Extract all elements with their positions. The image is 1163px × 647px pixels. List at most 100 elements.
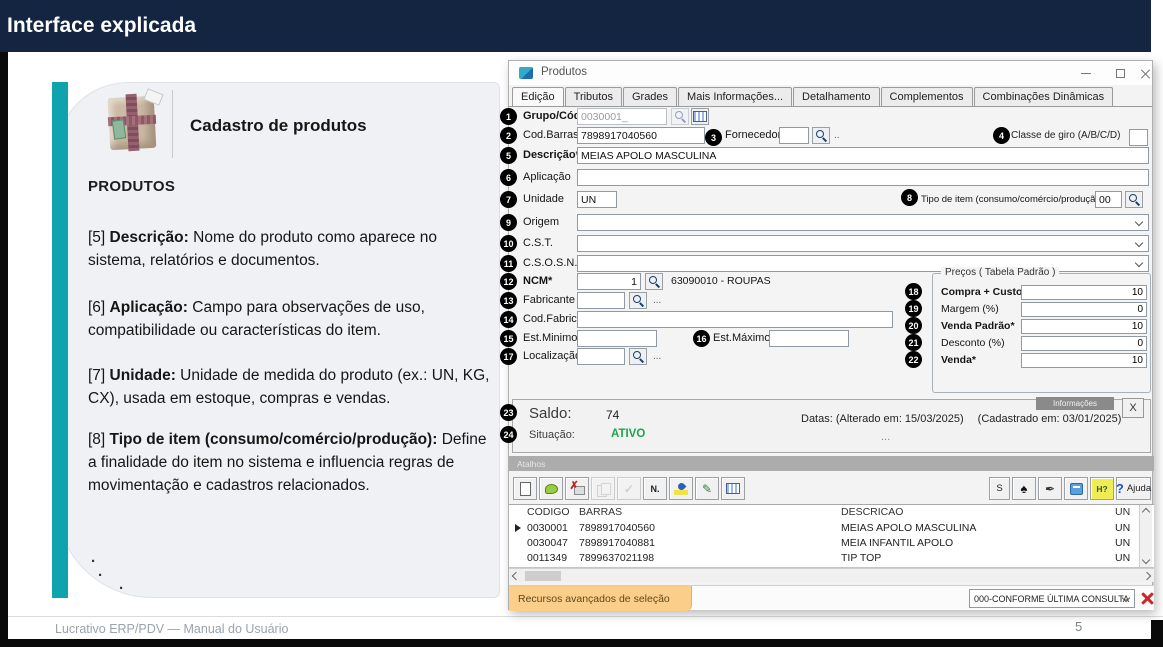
tipo-item-input[interactable] <box>1095 191 1122 208</box>
horizontal-scrollbar[interactable] <box>509 568 1154 582</box>
scroll-left-icon[interactable] <box>512 572 520 580</box>
table-row-cell[interactable]: 7898917040881 <box>579 536 655 551</box>
scrollbar-thumb[interactable] <box>525 571 561 581</box>
ink-button[interactable] <box>669 477 693 500</box>
localizacao-search-button[interactable] <box>629 348 647 365</box>
consulta-dropdown[interactable]: 000-CONFORME ÚLTIMA CONSULTA <box>969 589 1135 608</box>
phonebook-button[interactable] <box>1064 477 1088 500</box>
vertical-scrollbar[interactable] <box>1139 505 1152 567</box>
tab-complementos[interactable]: Complementos <box>881 87 973 106</box>
col-barras[interactable]: BARRAS <box>579 505 622 520</box>
est-maximo-input[interactable] <box>769 330 849 347</box>
row-selector-icon <box>515 524 521 532</box>
scroll-down-icon[interactable] <box>1142 556 1150 564</box>
help-icon <box>1116 481 1124 496</box>
csosn-select[interactable] <box>577 255 1149 272</box>
delete-record-button[interactable] <box>565 477 589 500</box>
margem-input[interactable] <box>1021 302 1147 317</box>
n-button[interactable]: N. <box>643 477 667 500</box>
est-maximo-label: Est.Máximo <box>713 330 770 347</box>
origem-select[interactable] <box>577 214 1149 231</box>
table-row-cell[interactable]: 0030047 <box>527 536 568 551</box>
fabricante-search-button[interactable] <box>629 292 647 309</box>
tab-tributos[interactable]: Tributos <box>565 87 622 106</box>
page-title: Interface explicada <box>7 14 196 38</box>
callout-14: 14 <box>500 311 517 328</box>
ncm-input[interactable] <box>577 273 641 290</box>
grupo-grid-button[interactable] <box>691 108 709 125</box>
cod-barras-input[interactable] <box>577 127 705 144</box>
ncm-search-button[interactable] <box>645 273 663 290</box>
table-row-cell[interactable]: 7898917040560 <box>579 521 655 536</box>
tipo-item-search-button[interactable] <box>1125 191 1143 208</box>
edit-pen-button[interactable] <box>695 477 719 500</box>
fornecedor-search-button[interactable] <box>812 127 830 144</box>
table-row-cell[interactable]: UN <box>1115 521 1130 536</box>
grupo-input[interactable] <box>577 108 667 125</box>
open-record-button[interactable] <box>539 477 563 500</box>
clear-filter-button[interactable] <box>1139 590 1155 606</box>
slide-corner-block <box>1151 620 1163 647</box>
unidade-input[interactable] <box>577 191 617 208</box>
grupo-search-button[interactable] <box>671 108 689 125</box>
table-row-cell[interactable]: MEIAS APOLO MASCULINA <box>841 521 976 536</box>
confirm-button[interactable] <box>617 477 641 500</box>
informacoes-button[interactable]: Informações <box>1036 397 1114 410</box>
close-button[interactable] <box>1137 61 1154 85</box>
new-record-button[interactable] <box>513 477 537 500</box>
col-codigo[interactable]: CODIGO <box>527 505 570 520</box>
scroll-right-icon[interactable] <box>1143 572 1151 580</box>
copy-record-button[interactable] <box>591 477 615 500</box>
scroll-up-icon[interactable] <box>1142 508 1150 516</box>
fornecedor-input[interactable] <box>779 127 809 144</box>
callout-5: 5 <box>500 147 517 164</box>
spade-button[interactable] <box>1012 477 1036 500</box>
decor-dot: . <box>119 576 123 593</box>
compra-custos-input[interactable] <box>1021 285 1147 300</box>
consulta-dropdown-value: 000-CONFORME ÚLTIMA CONSULTA <box>974 594 1129 604</box>
tab-mais-informacoes[interactable]: Mais Informações... <box>678 87 792 106</box>
recursos-avancados-tab[interactable]: Recursos avançados de seleção <box>509 586 692 611</box>
tab-detalhamento[interactable]: Detalhamento <box>793 87 880 106</box>
h-help-button[interactable]: H? <box>1090 477 1114 500</box>
aplicacao-input[interactable] <box>577 169 1149 186</box>
localizacao-input[interactable] <box>577 348 625 365</box>
window-title: Produtos <box>541 66 587 78</box>
window-titlebar[interactable]: Produtos <box>509 61 1152 85</box>
minimize-button[interactable] <box>1069 61 1103 85</box>
tab-edicao[interactable]: Edição <box>512 87 564 107</box>
tab-combinacoes-dinamicas[interactable]: Combinações Dinâmicas <box>974 87 1114 106</box>
descricao-input[interactable] <box>577 147 1149 164</box>
venda-input[interactable] <box>1021 353 1147 368</box>
panel-close-button[interactable]: X <box>1122 398 1144 418</box>
table-row-cell[interactable]: 0030001 <box>527 521 568 536</box>
search-icon <box>1129 194 1140 205</box>
table-row-cell[interactable]: UN <box>1115 551 1130 566</box>
col-un[interactable]: UN <box>1115 505 1130 520</box>
table-row-cell[interactable]: UN <box>1115 536 1130 551</box>
desconto-input[interactable] <box>1021 336 1147 351</box>
table-row-cell[interactable]: 0011349 <box>527 551 567 566</box>
chevron-down-icon <box>1135 259 1143 267</box>
tab-grades[interactable]: Grades <box>623 87 677 106</box>
minimize-icon <box>1081 73 1091 74</box>
aplicacao-label: Aplicação <box>523 169 571 186</box>
table-row-cell[interactable]: 7899637021198 <box>579 551 654 566</box>
ajuda-button[interactable]: Ajuda <box>1116 477 1151 500</box>
col-descricao[interactable]: DESCRICAO <box>841 505 903 520</box>
table-view-button[interactable] <box>721 477 745 500</box>
s-button[interactable]: S <box>989 477 1010 500</box>
est-minimo-input[interactable] <box>577 330 657 347</box>
table-row-cell[interactable]: TIP TOP <box>841 551 881 566</box>
cst-select[interactable] <box>577 235 1149 252</box>
table-row-cell[interactable]: MEIA INFANTIL APOLO <box>841 536 953 551</box>
pen-tool-button[interactable] <box>1038 477 1062 500</box>
atalhos-label: Atalhos <box>517 459 545 469</box>
grid-icon <box>693 111 707 122</box>
classe-giro-input[interactable] <box>1129 129 1148 146</box>
maximize-button[interactable] <box>1103 61 1137 85</box>
copy-icon <box>597 483 609 495</box>
venda-padrao-input[interactable] <box>1021 319 1147 334</box>
fabricante-input[interactable] <box>577 292 625 309</box>
cod-fabrica-input[interactable] <box>577 311 893 328</box>
